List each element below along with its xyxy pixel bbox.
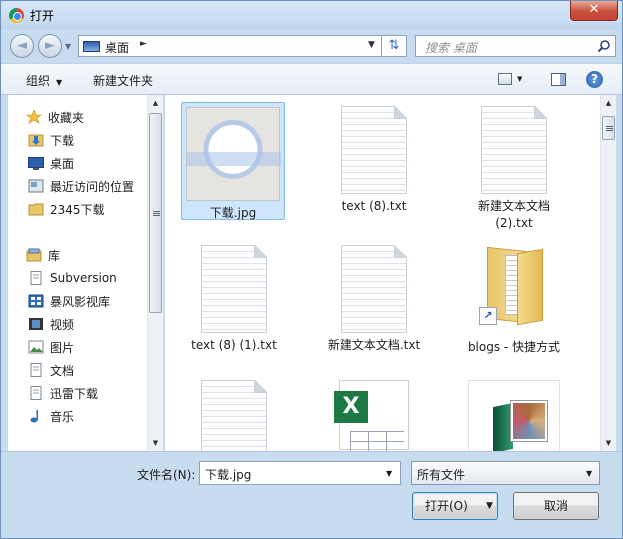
scroll-down-icon[interactable]: ▼: [601, 435, 616, 451]
preview-pane-icon[interactable]: [551, 73, 566, 86]
desktop-icon: [28, 156, 44, 170]
desktop-icon: [83, 41, 100, 52]
sidebar-item-2345-downloads[interactable]: 2345下载: [28, 199, 105, 219]
file-label: text (8).txt: [341, 199, 407, 213]
close-button[interactable]: ✕: [570, 1, 618, 21]
file-item-photo-album[interactable]: [462, 376, 566, 451]
navigation-pane-scrollbar[interactable]: ▲ ▼: [147, 95, 163, 451]
sidebar-item-xunlei-downloads[interactable]: 迅雷下载: [28, 383, 98, 403]
filename-history-dropdown-icon[interactable]: ▼: [386, 469, 392, 478]
back-button[interactable]: ◄: [10, 34, 34, 58]
star-icon: [26, 109, 42, 124]
chrome-icon: [9, 8, 24, 23]
download-folder-icon: [28, 133, 44, 147]
file-item-blogs-shortcut[interactable]: ↗ blogs - 快捷方式: [462, 241, 566, 356]
sidebar-item-desktop[interactable]: 桌面: [28, 153, 74, 173]
file-item-new-text-document-2[interactable]: 新建文本文档 (2).txt: [462, 102, 566, 232]
address-bar[interactable]: 桌面 ► ▼: [78, 35, 382, 57]
text-file-icon: [481, 106, 547, 194]
document-icon: [28, 386, 44, 400]
file-label: 新建文本文档 (2).txt: [477, 199, 550, 230]
file-item-new-text-document[interactable]: 新建文本文档.txt: [322, 241, 426, 354]
text-file-icon: [341, 245, 407, 333]
scrollbar-thumb[interactable]: [149, 113, 162, 313]
organize-button[interactable]: 组织 ▼: [26, 72, 62, 89]
file-item-text-8[interactable]: text (8).txt: [322, 102, 426, 215]
file-list-scrollbar[interactable]: ▲ ▼: [600, 95, 616, 451]
file-label: blogs - 快捷方式: [467, 340, 561, 354]
excel-file-icon: X: [334, 380, 409, 451]
text-file-icon: [341, 106, 407, 194]
file-item-excel[interactable]: X: [322, 376, 426, 451]
scrollbar-thumb[interactable]: [602, 116, 615, 140]
forward-button[interactable]: ►: [38, 34, 62, 58]
image-thumbnail: [186, 107, 281, 201]
sidebar-item-favorites[interactable]: 收藏夹: [26, 107, 84, 127]
change-view-icon[interactable]: [498, 73, 512, 85]
photo-album-icon: [468, 380, 560, 451]
sidebar-item-videos[interactable]: 视频: [28, 314, 74, 334]
file-list-view: 下载.jpg text (8).txt 新建文本文档 (2).txt text …: [165, 95, 616, 451]
search-placeholder: 搜索 桌面: [425, 41, 477, 55]
sidebar-item-recent-places[interactable]: 最近访问的位置: [28, 176, 134, 196]
file-item-text-partial[interactable]: [182, 376, 286, 451]
music-note-icon: [28, 409, 44, 423]
file-label: text (8) (1).txt: [191, 338, 277, 352]
cancel-button[interactable]: 取消: [513, 492, 599, 520]
library-icon: [26, 248, 42, 262]
document-icon: [28, 271, 44, 285]
document-icon: [28, 363, 44, 377]
sidebar-item-music[interactable]: 音乐: [28, 406, 74, 426]
chevron-down-icon[interactable]: ▼: [586, 469, 592, 478]
breadcrumb-separator-icon[interactable]: ►: [140, 39, 147, 49]
open-button[interactable]: 打开(O) ▼: [412, 492, 498, 520]
address-location[interactable]: 桌面: [105, 39, 129, 56]
divider: [1, 451, 622, 452]
scroll-up-icon[interactable]: ▲: [601, 95, 616, 111]
open-file-dialog: 打开 ✕ ◄ ► ▼ 桌面 ► ▼ ⇅ 搜索 桌面 组织▼ 新建文件夹 ▼ ?: [0, 0, 623, 539]
folder-shortcut-icon: ↗: [479, 245, 547, 326]
navigation-pane: 收藏夹 下载 桌面 最近访问的位置 2345下载 库 Subversion 暴风…: [8, 95, 163, 451]
filename-label: 文件名(N):: [137, 468, 196, 482]
sidebar-item-pictures[interactable]: 图片: [28, 337, 74, 357]
picture-icon: [28, 340, 44, 354]
shortcut-arrow-icon: ↗: [479, 307, 497, 325]
file-type-select[interactable]: 所有文件 ▼: [411, 461, 600, 485]
filename-input[interactable]: 下载.jpg ▼: [199, 461, 401, 485]
navigation-bar: ◄ ► ▼ 桌面 ► ▼ ⇅ 搜索 桌面: [1, 29, 622, 63]
folder-icon: [28, 202, 44, 216]
address-dropdown-icon[interactable]: ▼: [368, 40, 375, 50]
sidebar-item-baofeng-library[interactable]: 暴风影视库: [28, 291, 110, 311]
window-title: 打开: [30, 9, 55, 23]
file-type-value: 所有文件: [417, 468, 466, 482]
open-options-dropdown-icon[interactable]: ▼: [486, 493, 493, 519]
recent-pages-dropdown-icon[interactable]: ▼: [65, 42, 71, 51]
video-library-icon: [28, 294, 44, 308]
help-icon[interactable]: ?: [586, 71, 603, 88]
text-file-icon: [201, 245, 267, 333]
refresh-button[interactable]: ⇅: [382, 35, 407, 57]
title-bar: 打开 ✕: [1, 1, 622, 29]
new-folder-button[interactable]: 新建文件夹: [93, 72, 153, 89]
sidebar-item-libraries[interactable]: 库: [26, 245, 60, 265]
filename-value[interactable]: 下载.jpg: [205, 466, 251, 483]
text-file-icon: [201, 380, 267, 451]
file-item-text-8-1[interactable]: text (8) (1).txt: [182, 241, 286, 354]
file-label: 下载.jpg: [209, 206, 257, 220]
search-input[interactable]: 搜索 桌面: [415, 35, 616, 57]
sidebar-item-downloads[interactable]: 下载: [28, 130, 74, 150]
command-toolbar: 组织 ▼ 新建文件夹 ▼ ?: [1, 63, 622, 95]
recent-places-icon: [28, 179, 44, 193]
film-icon: [28, 317, 44, 331]
search-icon[interactable]: [597, 39, 611, 53]
scroll-down-icon[interactable]: ▼: [148, 435, 163, 451]
file-item-download-jpg[interactable]: 下载.jpg: [181, 102, 285, 220]
scroll-up-icon[interactable]: ▲: [148, 95, 163, 111]
view-options-dropdown-icon[interactable]: ▼: [517, 75, 522, 83]
sidebar-item-subversion[interactable]: Subversion: [28, 268, 117, 288]
sidebar-item-documents[interactable]: 文档: [28, 360, 74, 380]
file-label: 新建文本文档.txt: [327, 338, 421, 352]
